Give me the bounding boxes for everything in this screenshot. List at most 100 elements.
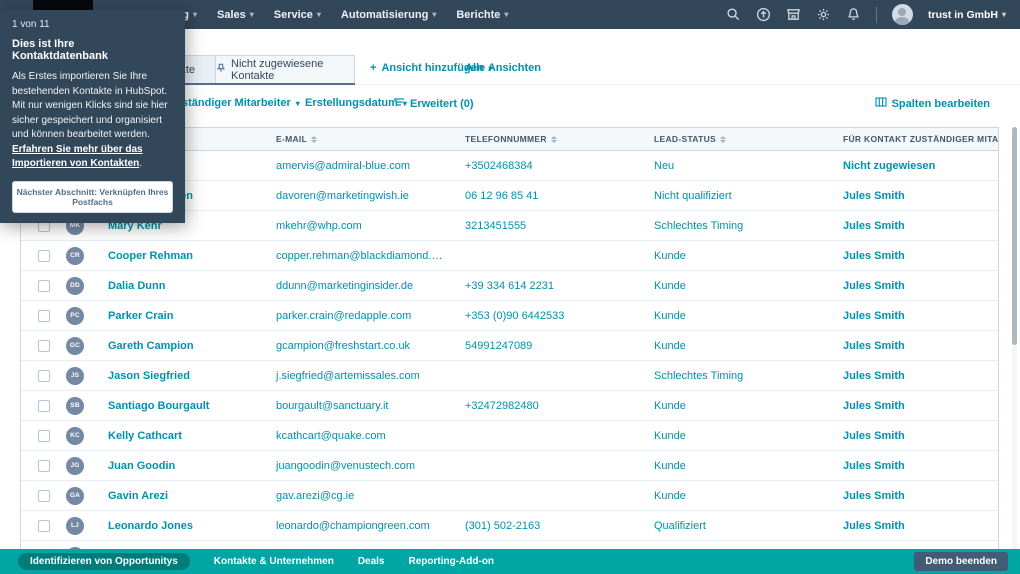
account-menu[interactable]: trust in GmbH ▾ (928, 9, 1006, 21)
table-row: SB Santiago Bourgault bourgault@sanctuary.… (21, 391, 998, 421)
row-checkbox-cell (21, 309, 66, 322)
nav-divider (875, 6, 877, 23)
user-avatar[interactable] (891, 4, 913, 25)
contact-phone-link[interactable]: +3502468384 (445, 160, 634, 172)
contact-owner-link[interactable]: Jules Smith (823, 340, 998, 352)
demo-step-identifizieren-von-opportunitys[interactable]: Identifizieren von Opportunitys (18, 553, 190, 570)
contact-name-link[interactable]: Gareth Campion (88, 340, 256, 352)
edit-columns-button[interactable]: Spalten bearbeiten (875, 97, 990, 110)
contact-name-link[interactable]: Parker Crain (88, 310, 256, 322)
contact-owner-link[interactable]: Jules Smith (823, 490, 998, 502)
column-header-email[interactable]: E-Mail (256, 134, 445, 144)
contact-email-link[interactable]: gav.arezi@cg.ie (256, 490, 445, 502)
row-checkbox[interactable] (38, 369, 50, 382)
contact-phone-link[interactable]: 06 12 96 85 41 (445, 190, 634, 202)
contact-owner-link[interactable]: Jules Smith (823, 400, 998, 412)
row-checkbox[interactable] (38, 489, 50, 502)
contact-email-link[interactable]: bourgault@sanctuary.it (256, 400, 445, 412)
contact-initials-avatar: GC (66, 336, 84, 355)
column-header-phone[interactable]: Telefonnummer (445, 134, 634, 144)
contact-email-link[interactable]: j.siegfried@artemissales.com (256, 370, 445, 382)
contact-phone-link[interactable]: +39 334 614 2231 (445, 280, 634, 292)
contact-name-link[interactable]: Juan Goodin (88, 460, 256, 472)
contact-owner-link[interactable]: Jules Smith (823, 430, 998, 442)
tour-import-link[interactable]: Erfahren Sie mehr über das Importieren v… (12, 144, 143, 170)
account-name: trust in GmbH (927, 8, 998, 21)
contact-email-link[interactable]: amervis@admiral-blue.com (256, 160, 445, 172)
row-checkbox[interactable] (38, 399, 50, 412)
contact-phone-link[interactable]: +353 (0)90 6442533 (445, 310, 634, 322)
contact-owner-link[interactable]: Jules Smith (823, 280, 998, 292)
contact-email-link[interactable]: gcampion@freshstart.co.uk (256, 340, 445, 352)
row-checkbox-cell (21, 369, 66, 382)
contact-email-link[interactable]: mkehr@whp.com (256, 220, 445, 232)
search-icon[interactable] (726, 7, 741, 22)
row-checkbox[interactable] (38, 519, 50, 532)
row-checkbox[interactable] (38, 429, 50, 442)
contact-initials-avatar: KC (66, 426, 84, 445)
contact-email-link[interactable]: leonardo@championgreen.com (256, 520, 445, 532)
contact-owner-link[interactable]: Jules Smith (823, 370, 998, 382)
row-checkbox[interactable] (38, 339, 50, 352)
row-checkbox[interactable] (38, 279, 50, 292)
contact-owner-link[interactable]: Jules Smith (823, 250, 998, 262)
contact-name-link[interactable]: Gavin Arezi (88, 490, 256, 502)
nav-item-service[interactable]: Service ▾ (274, 9, 321, 21)
marketplace-icon[interactable] (786, 7, 801, 22)
notifications-bell-icon[interactable] (846, 7, 861, 22)
row-checkbox-cell (21, 429, 66, 442)
contact-owner-link[interactable]: Jules Smith (823, 310, 998, 322)
demo-progress-bar: Identifizieren von Opportunitys Kontakte … (0, 549, 1020, 574)
column-header-owner[interactable]: Für Kontakt zuständiger Mitarbeiter (823, 134, 998, 144)
end-demo-button[interactable]: Demo beenden (914, 552, 1008, 571)
contact-email-link[interactable]: copper.rehman@blackdiamond.com (256, 250, 445, 262)
contact-name-link[interactable]: Kelly Cathcart (88, 430, 256, 442)
advanced-filters-button[interactable]: Erweitert (0) (393, 97, 474, 110)
column-header-lead-status[interactable]: Lead-Status (634, 134, 823, 144)
contact-email-link[interactable]: kcathcart@quake.com (256, 430, 445, 442)
row-checkbox[interactable] (38, 249, 50, 262)
contact-name-link[interactable]: Dalia Dunn (88, 280, 256, 292)
demo-step-deals[interactable]: Deals (358, 556, 385, 567)
row-avatar-cell: GC (66, 336, 88, 355)
plus-icon: + (370, 62, 377, 74)
contact-owner-link[interactable]: Jules Smith (823, 190, 998, 202)
all-views-link[interactable]: Alle Ansichten (465, 62, 541, 74)
tab-unassigned-contacts[interactable]: Nicht zugewiesene Kontakte (216, 55, 355, 83)
contact-phone-link[interactable]: 54991247089 (445, 340, 634, 352)
tour-body: Als Erstes importieren Sie Ihre bestehen… (12, 70, 173, 172)
contact-phone-link[interactable]: +32472982480 (445, 400, 634, 412)
contact-name-link[interactable]: Santiago Bourgault (88, 400, 256, 412)
contact-email-link[interactable]: davoren@marketingwish.ie (256, 190, 445, 202)
nav-item-berichte[interactable]: Berichte ▾ (456, 9, 508, 21)
demo-step-reporting-add-on[interactable]: Reporting-Add-on (409, 556, 495, 567)
contact-owner-link[interactable]: Jules Smith (823, 460, 998, 472)
row-checkbox-cell (21, 519, 66, 532)
tour-next-section-button[interactable]: Nächster Abschnitt: Verknüpfen Ihres Pos… (12, 180, 173, 213)
contact-owner-link[interactable]: Jules Smith (823, 220, 998, 232)
settings-gear-icon[interactable] (816, 7, 831, 22)
contact-email-link[interactable]: parker.crain@redapple.com (256, 310, 445, 322)
scrollbar-thumb[interactable] (1012, 127, 1017, 345)
contact-owner-link[interactable]: Nicht zugewiesen (823, 160, 998, 172)
contact-name-link[interactable]: Cooper Rehman (88, 250, 256, 262)
upload-icon[interactable] (756, 7, 771, 22)
contact-name-link[interactable]: Leonardo Jones (88, 520, 256, 532)
contact-owner-link[interactable]: Jules Smith (823, 520, 998, 532)
row-checkbox[interactable] (38, 459, 50, 472)
column-header-lead-status-label: Lead-Status (654, 134, 717, 144)
create-date-filter-dropdown[interactable]: Erstellungsdatum ▾ (305, 97, 407, 109)
contact-email-link[interactable]: juangoodin@venustech.com (256, 460, 445, 472)
table-row: GC Gareth Campion gcampion@freshstart.co.u… (21, 331, 998, 361)
advanced-filters-label: Erweitert (0) (410, 97, 474, 110)
contact-phone-link[interactable]: 3213451555 (445, 220, 634, 232)
contact-email-link[interactable]: ddunn@marketinginsider.de (256, 280, 445, 292)
contact-name-link[interactable]: Jason Siegfried (88, 370, 256, 382)
contact-phone-link[interactable]: (301) 502-2163 (445, 520, 634, 532)
row-checkbox[interactable] (38, 309, 50, 322)
chevron-down-icon: ▾ (1001, 10, 1006, 19)
lead-status-value: Kunde (654, 249, 686, 262)
nav-item-sales[interactable]: Sales ▾ (217, 9, 254, 21)
nav-item-automatisierung[interactable]: Automatisierung ▾ (341, 9, 436, 21)
demo-step-kontakte-unternehmen[interactable]: Kontakte & Unternehmen (214, 556, 334, 567)
